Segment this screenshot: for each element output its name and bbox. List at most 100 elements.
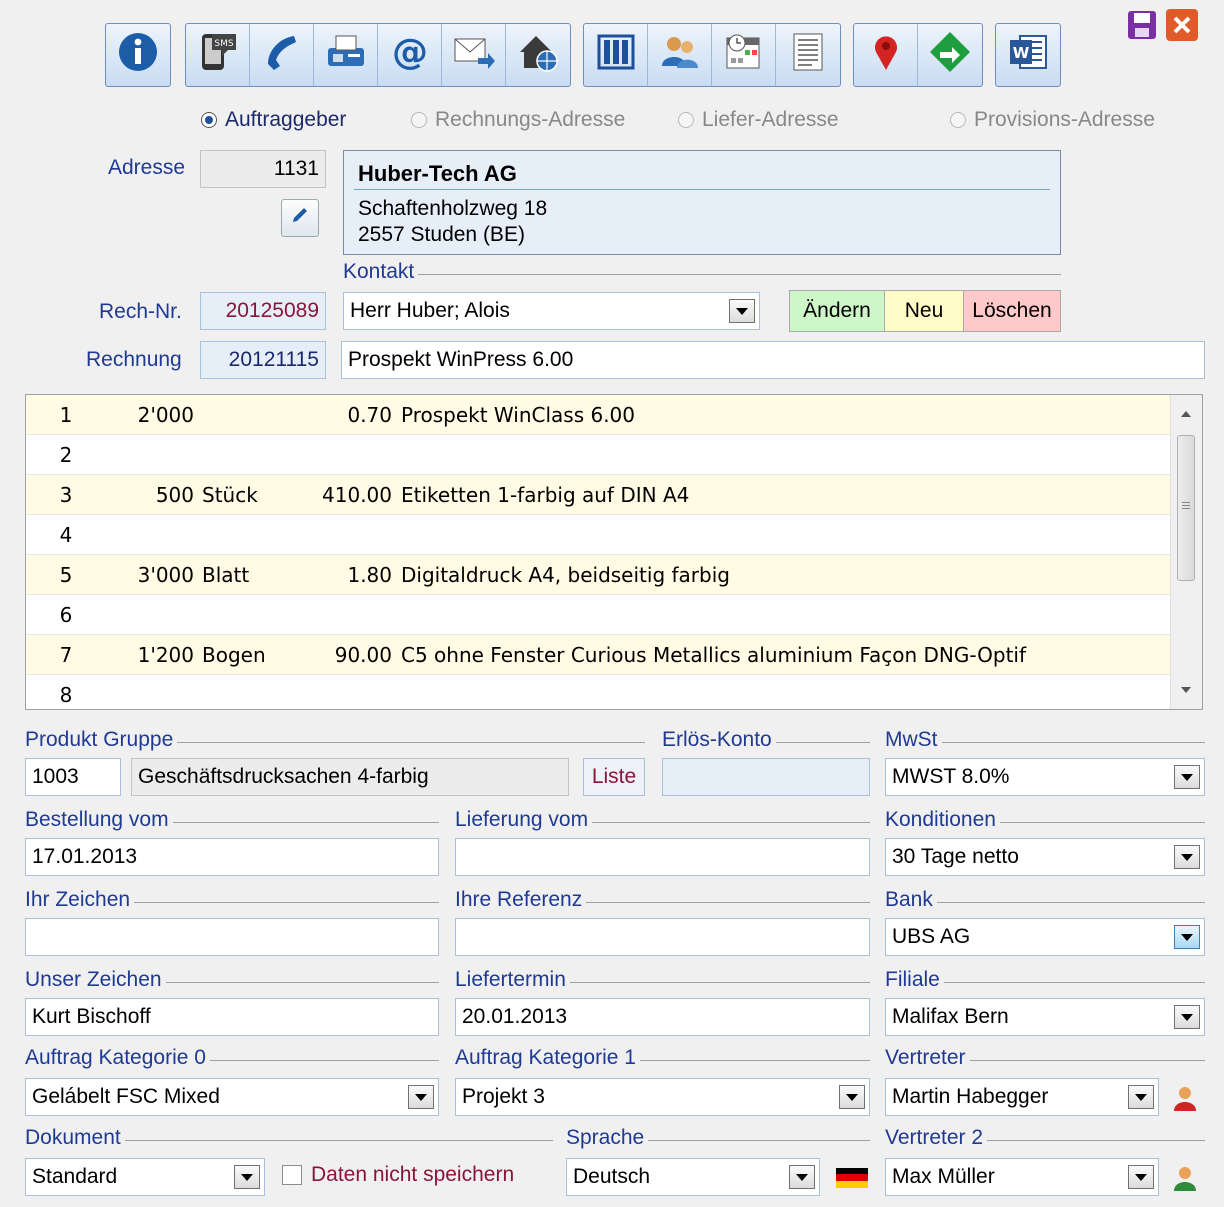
scroll-down-icon[interactable] [1181, 687, 1191, 693]
positions-grid[interactable]: 1 2'000 0.70 Prospekt WinClass 6.00 2 3 500 Stü… [25, 394, 1203, 710]
kategorie0-select[interactable]: Gelábelt FSC Mixed [25, 1078, 439, 1116]
contact-change-button[interactable]: Ändern [789, 290, 885, 332]
address-number-field[interactable]: 1131 [200, 150, 326, 188]
konditionen-select[interactable]: 30 Tage netto [885, 838, 1205, 876]
vertreter-header: Vertreter [885, 1046, 1205, 1070]
contact-select[interactable]: Herr Huber; Alois [343, 292, 760, 330]
ihr-zeichen-field[interactable] [25, 918, 439, 956]
radio-dot [678, 112, 694, 128]
sms-button[interactable]: SMS [186, 24, 250, 86]
document-list-button[interactable] [776, 24, 840, 86]
calendar-button[interactable] [712, 24, 776, 86]
chevron-down-icon[interactable] [1174, 925, 1200, 949]
position-price: 1.80 [347, 563, 392, 587]
nicht-speichern-label[interactable]: Daten nicht speichern [311, 1163, 514, 1187]
chevron-down-icon[interactable] [1174, 765, 1200, 789]
bank-value: UBS AG [892, 925, 971, 948]
bank-label: Bank [885, 888, 933, 911]
vertreter2-select[interactable]: Max Müller [885, 1158, 1159, 1196]
produkt-gruppe-label: Produkt Gruppe [25, 728, 174, 751]
table-row[interactable]: 6 [26, 595, 1170, 635]
kategorie1-value: Projekt 3 [462, 1085, 545, 1108]
table-row[interactable]: 4 [26, 515, 1170, 555]
chevron-down-icon[interactable] [1128, 1165, 1154, 1189]
rechnung-field[interactable]: 20121115 [200, 341, 326, 379]
radio-rechnungs-adresse[interactable]: Rechnungs-Adresse [411, 108, 625, 132]
table-row[interactable]: 2 [26, 435, 1170, 475]
radio-provisions-adresse[interactable]: Provisions-Adresse [950, 108, 1155, 132]
liefertermin-field[interactable]: 20.01.2013 [455, 998, 870, 1036]
save-button[interactable] [1124, 10, 1160, 46]
position-price: 90.00 [334, 643, 392, 667]
ihre-referenz-field[interactable] [455, 918, 870, 956]
sprache-select[interactable]: Deutsch [566, 1158, 820, 1196]
radio-auftraggeber[interactable]: Auftraggeber [201, 108, 346, 132]
route-button[interactable] [918, 24, 982, 86]
liefertermin-label: Liefertermin [455, 968, 566, 991]
email-at-button[interactable]: @ [378, 24, 442, 86]
kategorie0-header: Auftrag Kategorie 0 [25, 1046, 439, 1070]
produkt-gruppe-name-field[interactable]: Geschäftsdrucksachen 4-farbig [131, 758, 569, 796]
document-list-icon [786, 30, 830, 80]
close-button[interactable] [1164, 9, 1200, 46]
chevron-down-icon[interactable] [234, 1165, 260, 1189]
kategorie1-select[interactable]: Projekt 3 [455, 1078, 870, 1116]
dokument-label: Dokument [25, 1126, 121, 1149]
map-button[interactable] [854, 24, 918, 86]
chevron-down-icon[interactable] [789, 1165, 815, 1189]
dokument-value: Standard [32, 1165, 118, 1188]
homepage-button[interactable] [506, 24, 570, 86]
nicht-speichern-checkbox[interactable] [282, 1165, 302, 1185]
contact-new-button[interactable]: Neu [884, 290, 964, 332]
vertreter2-user-button[interactable] [1171, 1164, 1199, 1192]
bestellung-header: Bestellung vom [25, 808, 439, 832]
abacus-button[interactable] [584, 24, 648, 86]
table-row[interactable]: 1 2'000 0.70 Prospekt WinClass 6.00 [26, 395, 1170, 435]
vertreter-user-button[interactable] [1171, 1084, 1199, 1112]
info-button[interactable] [106, 24, 170, 86]
lieferung-field[interactable] [455, 838, 870, 876]
table-row[interactable]: 3 500 Stück 410.00 Etiketten 1-farbig auf DI… [26, 475, 1170, 515]
position-price: 410.00 [322, 483, 392, 507]
fax-button[interactable] [314, 24, 378, 86]
position-description: C5 ohne Fenster Curious Metallics alumin… [401, 643, 1027, 667]
table-row[interactable]: 7 1'200 Bogen 90.00 C5 ohne Fenster Curious … [26, 635, 1170, 675]
mwst-select[interactable]: MWST 8.0% [885, 758, 1205, 796]
users-button[interactable] [648, 24, 712, 86]
radio-dot [201, 112, 217, 128]
unser-zeichen-label: Unser Zeichen [25, 968, 162, 991]
invoice-title-field[interactable]: Prospekt WinPress 6.00 [341, 341, 1205, 379]
table-row[interactable]: 5 3'000 Blatt 1.80 Digitaldruck A4, beidseit… [26, 555, 1170, 595]
send-mail-button[interactable] [442, 24, 506, 86]
chevron-down-icon[interactable] [1128, 1085, 1154, 1109]
bestellung-field[interactable]: 17.01.2013 [25, 838, 439, 876]
radio-liefer-adresse[interactable]: Liefer-Adresse [678, 108, 839, 132]
vertical-scrollbar[interactable] [1170, 395, 1202, 709]
chevron-down-icon[interactable] [1174, 1005, 1200, 1029]
mwst-header: MwSt [885, 728, 1205, 752]
phone-button[interactable] [250, 24, 314, 86]
chevron-down-icon[interactable] [408, 1085, 434, 1109]
abacus-icon [594, 30, 638, 80]
position-description: Prospekt WinClass 6.00 [401, 403, 636, 427]
unser-zeichen-field[interactable]: Kurt Bischoff [25, 998, 439, 1036]
scroll-up-icon[interactable] [1181, 411, 1191, 417]
produkt-gruppe-code-field[interactable]: 1003 [25, 758, 121, 796]
contact-delete-button[interactable]: Löschen [963, 290, 1061, 332]
vertreter2-label: Vertreter 2 [885, 1126, 984, 1149]
filiale-select[interactable]: Malifax Bern [885, 998, 1205, 1036]
rech-nr-field[interactable]: 20125089 [200, 292, 326, 330]
scroll-thumb[interactable] [1177, 435, 1195, 581]
chevron-down-icon[interactable] [1174, 845, 1200, 869]
edit-address-button[interactable] [281, 199, 319, 237]
liste-button[interactable]: Liste [583, 758, 645, 796]
bank-select[interactable]: UBS AG [885, 918, 1205, 956]
vertreter-select[interactable]: Martin Habegger [885, 1078, 1159, 1116]
word-export-button[interactable]: W [996, 24, 1060, 86]
erloes-konto-field[interactable] [662, 758, 870, 796]
chevron-down-icon[interactable] [839, 1085, 865, 1109]
position-unit: Blatt [202, 563, 250, 587]
chevron-down-icon[interactable] [729, 299, 755, 323]
table-row[interactable]: 8 [26, 675, 1170, 709]
dokument-select[interactable]: Standard [25, 1158, 265, 1196]
